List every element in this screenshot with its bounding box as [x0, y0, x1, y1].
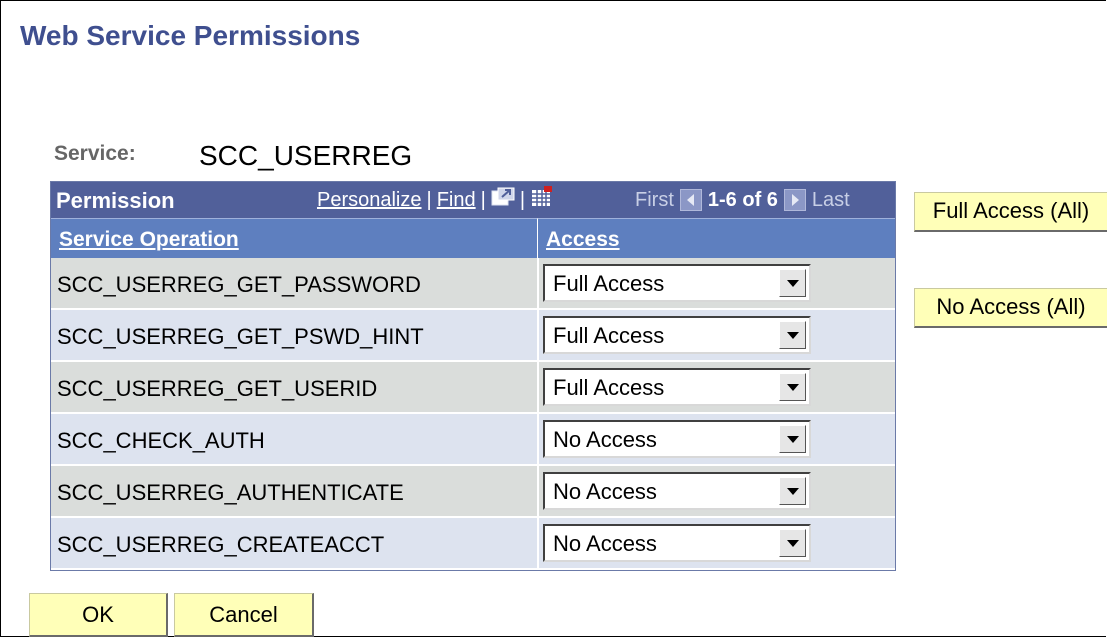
access-select[interactable]: Full Access — [543, 264, 811, 302]
access-cell: No Access — [539, 518, 895, 569]
access-value: Full Access — [553, 323, 665, 348]
page-title: Web Service Permissions — [20, 20, 361, 51]
service-label: Service: — [54, 142, 136, 165]
access-value: Full Access — [553, 271, 665, 296]
last-link[interactable]: Last — [812, 189, 850, 212]
operation-cell: SCC_USERREG_GET_USERID — [51, 362, 537, 413]
personalize-link[interactable]: Personalize — [317, 189, 422, 212]
full-access-all-button[interactable]: Full Access (All) — [914, 192, 1107, 232]
chevron-down-icon[interactable] — [779, 529, 806, 557]
chevron-down-icon[interactable] — [779, 321, 806, 349]
column-header-access-label[interactable]: Access — [546, 228, 620, 252]
grid-title: Permission — [56, 188, 175, 213]
access-value: No Access — [553, 531, 657, 556]
column-header-operation-label[interactable]: Service Operation — [59, 228, 239, 252]
access-value: Full Access — [553, 375, 665, 400]
service-value: SCC_USERREG — [199, 140, 413, 171]
table-row: SCC_USERREG_GET_USERID Full Access — [51, 362, 895, 414]
separator: | — [480, 188, 486, 211]
permission-grid: Permission Personalize | Find | | First … — [50, 181, 896, 571]
no-access-all-button[interactable]: No Access (All) — [914, 288, 1107, 328]
next-arrow-icon[interactable] — [783, 189, 806, 211]
chevron-down-icon[interactable] — [779, 373, 806, 401]
operation-cell: SCC_CHECK_AUTH — [51, 414, 537, 465]
ok-button[interactable]: OK — [29, 593, 168, 637]
operation-name: SCC_USERREG_CREATEACCT — [57, 532, 385, 557]
operation-name: SCC_CHECK_AUTH — [57, 428, 265, 453]
access-select[interactable]: Full Access — [543, 316, 811, 354]
range-text: 1-6 of 6 — [707, 188, 778, 211]
chevron-down-icon[interactable] — [779, 477, 806, 505]
separator: | — [519, 188, 526, 211]
find-link[interactable]: Find — [437, 189, 476, 212]
grid-toolbar: Personalize | Find | | — [317, 182, 554, 218]
table-row: SCC_USERREG_AUTHENTICATE No Access — [51, 466, 895, 518]
operation-cell: SCC_USERREG_GET_PSWD_HINT — [51, 310, 537, 361]
table-row: SCC_USERREG_CREATEACCT No Access — [51, 518, 895, 570]
column-header-access[interactable]: Access — [538, 218, 895, 258]
operation-cell: SCC_USERREG_AUTHENTICATE — [51, 466, 537, 517]
table-row: SCC_USERREG_GET_PSWD_HINT Full Access — [51, 310, 895, 362]
chevron-down-icon[interactable] — [779, 269, 806, 297]
access-value: No Access — [553, 427, 657, 452]
operation-cell: SCC_USERREG_CREATEACCT — [51, 518, 537, 569]
grid-header: Permission Personalize | Find | | First … — [51, 182, 895, 218]
first-link[interactable]: First — [635, 189, 674, 212]
access-cell: No Access — [539, 414, 895, 465]
operation-cell: SCC_USERREG_GET_PASSWORD — [51, 258, 537, 309]
access-select[interactable]: No Access — [543, 524, 811, 562]
previous-arrow-icon[interactable] — [679, 189, 702, 211]
access-select[interactable]: No Access — [543, 472, 811, 510]
operation-name: SCC_USERREG_GET_USERID — [57, 376, 378, 401]
separator: | — [426, 188, 432, 211]
access-cell: No Access — [539, 466, 895, 517]
table-row: SCC_USERREG_GET_PASSWORD Full Access — [51, 258, 895, 310]
operation-name: SCC_USERREG_AUTHENTICATE — [57, 480, 404, 505]
access-cell: Full Access — [539, 310, 895, 361]
access-cell: Full Access — [539, 362, 895, 413]
operation-name: SCC_USERREG_GET_PASSWORD — [57, 272, 421, 297]
access-cell: Full Access — [539, 258, 895, 309]
access-select[interactable]: No Access — [543, 420, 811, 458]
access-value: No Access — [553, 479, 657, 504]
chevron-down-icon[interactable] — [779, 425, 806, 453]
operation-name: SCC_USERREG_GET_PSWD_HINT — [57, 324, 424, 349]
view-all-icon[interactable] — [491, 187, 515, 213]
cancel-button[interactable]: Cancel — [174, 593, 314, 637]
table-row: SCC_CHECK_AUTH No Access — [51, 414, 895, 466]
grid-pager: First 1-6 of 6 Last — [635, 182, 850, 218]
access-select[interactable]: Full Access — [543, 368, 811, 406]
download-grid-icon[interactable] — [530, 186, 554, 214]
column-header-operation[interactable]: Service Operation — [51, 218, 538, 258]
